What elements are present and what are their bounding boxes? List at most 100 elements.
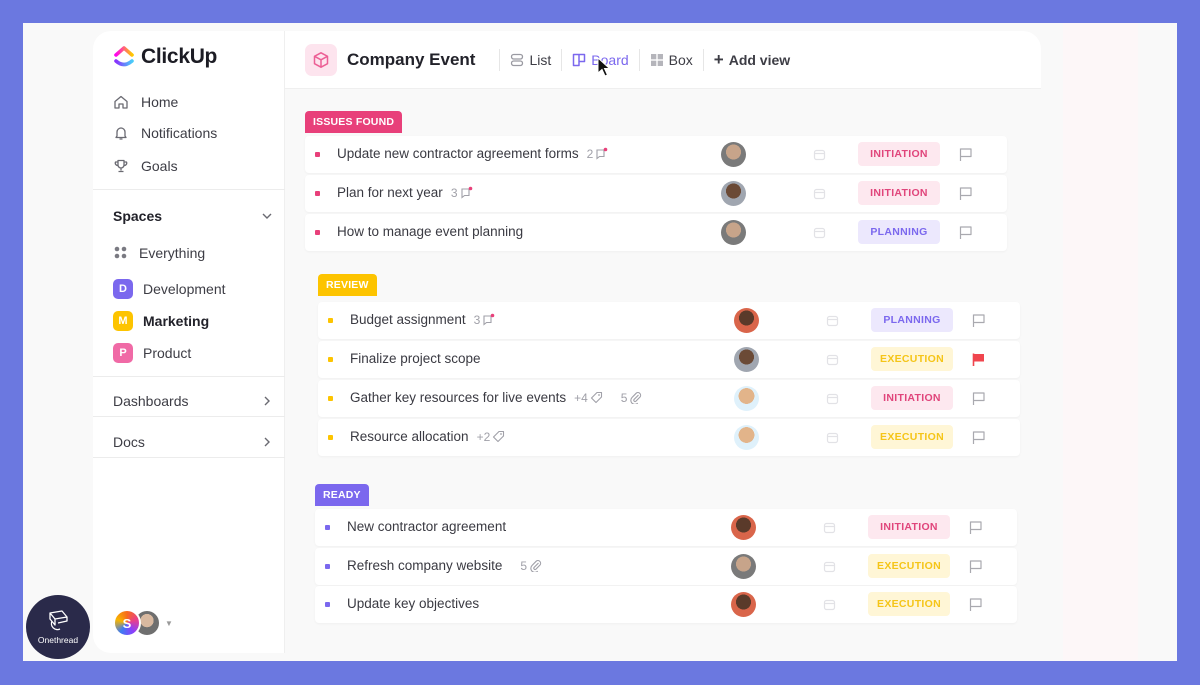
comment-count[interactable]: 3 — [474, 313, 496, 327]
due-date-button[interactable] — [813, 226, 826, 244]
sidebar-item-docs[interactable]: Docs — [113, 434, 273, 450]
flag-icon[interactable] — [971, 430, 986, 445]
space-item-everything[interactable]: Everything — [113, 245, 205, 261]
chevron-down-icon[interactable] — [261, 210, 273, 222]
assignee-avatar[interactable] — [734, 425, 759, 450]
flag-icon[interactable] — [968, 559, 983, 574]
stage-tag[interactable]: INITIATION — [868, 515, 950, 539]
task-name[interactable]: Plan for next year 3 — [337, 185, 473, 200]
priority-flag[interactable] — [971, 352, 986, 372]
task-row[interactable]: Finalize project scope EXECUTION — [318, 341, 1020, 378]
stage-tag[interactable]: EXECUTION — [868, 554, 950, 578]
calendar-icon[interactable] — [813, 226, 826, 239]
task-name[interactable]: Refresh company website 5 — [347, 558, 542, 573]
due-date-button[interactable] — [823, 560, 836, 578]
sidebar-item-dashboards[interactable]: Dashboards — [113, 393, 273, 409]
group-label[interactable]: READY — [315, 484, 369, 506]
attachment-count[interactable]: 5 — [621, 391, 643, 405]
task-name[interactable]: Finalize project scope — [350, 351, 481, 366]
task-row[interactable]: Gather key resources for live events +4 5 I… — [318, 380, 1020, 417]
tab-list[interactable]: List — [510, 52, 551, 68]
due-date-button[interactable] — [823, 521, 836, 539]
stage-tag[interactable]: INITIATION — [871, 386, 953, 410]
flag-icon[interactable] — [971, 391, 986, 406]
assignee-avatar[interactable] — [734, 347, 759, 372]
task-row[interactable]: How to manage event planning PLANNING — [305, 214, 1007, 251]
task-row[interactable]: Refresh company website 5 EXECUTION — [315, 548, 1017, 585]
task-name[interactable]: New contractor agreement — [347, 519, 506, 534]
calendar-icon[interactable] — [813, 187, 826, 200]
assignee-avatar[interactable] — [734, 308, 759, 333]
priority-flag[interactable] — [968, 520, 983, 540]
flag-icon[interactable] — [971, 352, 986, 367]
spaces-section-header[interactable]: Spaces — [113, 208, 273, 224]
task-row[interactable]: Update key objectives EXECUTION — [315, 586, 1017, 623]
task-name[interactable]: Update key objectives — [347, 596, 479, 611]
sidebar-item-home[interactable]: Home — [113, 94, 178, 110]
task-row[interactable]: Budget assignment 3 PLANNING — [318, 302, 1020, 339]
due-date-button[interactable] — [826, 392, 839, 410]
calendar-icon[interactable] — [826, 353, 839, 366]
flag-icon[interactable] — [958, 147, 973, 162]
task-row[interactable]: New contractor agreement INITIATION — [315, 509, 1017, 546]
task-row[interactable]: Resource allocation +2 EXECUTION — [318, 419, 1020, 456]
assignee-avatar[interactable] — [731, 515, 756, 540]
calendar-icon[interactable] — [823, 560, 836, 573]
space-item-development[interactable]: D Development — [113, 279, 226, 299]
comment-count[interactable]: 2 — [587, 147, 609, 161]
task-row[interactable]: Plan for next year 3 INITIATION — [305, 175, 1007, 212]
priority-flag[interactable] — [971, 313, 986, 333]
sidebar-item-notifications[interactable]: Notifications — [113, 125, 217, 141]
stage-tag[interactable]: INITIATION — [858, 181, 940, 205]
stage-tag[interactable]: EXECUTION — [871, 347, 953, 371]
sidebar-item-goals[interactable]: Goals — [113, 158, 178, 174]
assignee-avatar[interactable] — [721, 181, 746, 206]
stage-tag[interactable]: EXECUTION — [868, 592, 950, 616]
calendar-icon[interactable] — [826, 392, 839, 405]
priority-flag[interactable] — [968, 559, 983, 579]
tag-count[interactable]: +2 — [477, 430, 506, 444]
task-name[interactable]: How to manage event planning — [337, 224, 523, 239]
space-item-marketing[interactable]: M Marketing — [113, 311, 209, 331]
task-name[interactable]: Budget assignment 3 — [350, 312, 495, 327]
tab-box[interactable]: Box — [650, 52, 693, 68]
group-label[interactable]: ISSUES FOUND — [305, 111, 403, 133]
calendar-icon[interactable] — [826, 431, 839, 444]
priority-flag[interactable] — [958, 147, 973, 167]
due-date-button[interactable] — [826, 353, 839, 371]
task-name[interactable]: Update new contractor agreement forms 2 — [337, 146, 608, 161]
space-item-product[interactable]: P Product — [113, 343, 191, 363]
calendar-icon[interactable] — [823, 521, 836, 534]
priority-flag[interactable] — [968, 597, 983, 617]
flag-icon[interactable] — [968, 520, 983, 535]
flag-icon[interactable] — [968, 597, 983, 612]
assignee-avatar[interactable] — [731, 592, 756, 617]
stage-tag[interactable]: PLANNING — [871, 308, 953, 332]
stage-tag[interactable]: INITIATION — [858, 142, 940, 166]
comment-count[interactable]: 3 — [451, 186, 473, 200]
task-row[interactable]: Update new contractor agreement forms 2 IN… — [305, 136, 1007, 173]
attachment-count[interactable]: 5 — [520, 559, 542, 573]
stage-tag[interactable]: PLANNING — [858, 220, 940, 244]
task-name[interactable]: Resource allocation +2 — [350, 429, 505, 444]
assignee-avatar[interactable] — [721, 220, 746, 245]
stage-tag[interactable]: EXECUTION — [871, 425, 953, 449]
calendar-icon[interactable] — [826, 314, 839, 327]
group-label[interactable]: REVIEW — [318, 274, 377, 296]
priority-flag[interactable] — [958, 225, 973, 245]
calendar-icon[interactable] — [823, 598, 836, 611]
assignee-avatar[interactable] — [734, 386, 759, 411]
flag-icon[interactable] — [958, 186, 973, 201]
calendar-icon[interactable] — [813, 148, 826, 161]
tag-count[interactable]: +4 — [574, 391, 603, 405]
task-name[interactable]: Gather key resources for live events +4 5 — [350, 390, 642, 405]
clickup-logo[interactable]: ClickUp — [113, 45, 217, 69]
priority-flag[interactable] — [971, 391, 986, 411]
priority-flag[interactable] — [958, 186, 973, 206]
due-date-button[interactable] — [823, 598, 836, 616]
add-view-button[interactable]: + Add view — [714, 51, 790, 68]
user-menu[interactable]: S ▼ — [113, 609, 173, 637]
assignee-avatar[interactable] — [721, 142, 746, 167]
due-date-button[interactable] — [813, 187, 826, 205]
due-date-button[interactable] — [813, 148, 826, 166]
